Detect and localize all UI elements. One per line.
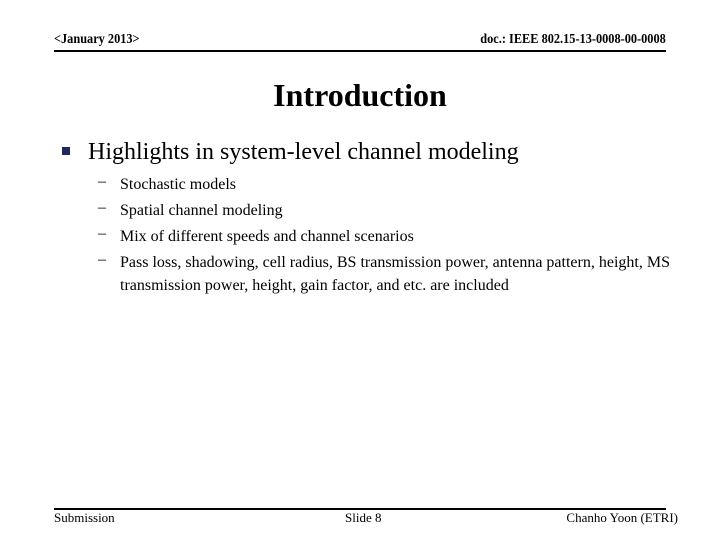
dash-icon: –: [98, 251, 106, 268]
header-doc-id: doc.: IEEE 802.15-13-0008-00-0008: [480, 32, 666, 47]
dash-icon: –: [98, 225, 106, 242]
header-rule: [54, 50, 666, 52]
sub-bullet: Pass loss, shadowing, cell radius, BS tr…: [120, 254, 670, 294]
sub-bullet: Mix of different speeds and channel scen…: [120, 228, 414, 245]
header-date: <January 2013>: [54, 32, 140, 47]
footer-author: Chanho Yoon (ETRI): [566, 510, 678, 525]
dash-icon: –: [98, 173, 106, 190]
square-bullet-icon: [62, 147, 70, 155]
footer-submission: Submission: [54, 510, 115, 525]
footer-slide-number: Slide 8: [345, 510, 382, 525]
bullet-text: Highlights in system-level channel model…: [88, 139, 519, 165]
sub-bullet: Spatial channel modeling: [120, 202, 283, 219]
slide-title: Introduction: [273, 77, 447, 113]
sub-bullet: Stochastic models: [120, 176, 236, 193]
dash-icon: –: [98, 199, 106, 216]
